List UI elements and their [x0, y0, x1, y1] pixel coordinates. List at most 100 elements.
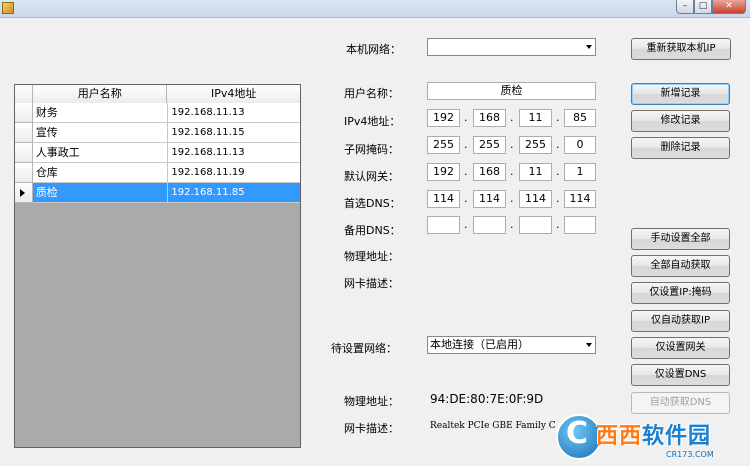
- watermark-brand-a: 西西: [596, 424, 643, 449]
- watermark-c: C: [566, 416, 589, 451]
- cell-user-name[interactable]: 财务: [32, 103, 169, 123]
- mask-octet-3[interactable]: 255: [519, 136, 552, 154]
- grid-corner: [15, 85, 33, 103]
- auto-get-all-button[interactable]: 全部自动获取: [631, 255, 730, 277]
- set-dns-button[interactable]: 仅设置DNS: [631, 364, 730, 386]
- username-label: 用户名称：: [344, 87, 399, 100]
- ip-dot: .: [556, 111, 560, 124]
- cell-ipv4[interactable]: 192.168.11.13: [168, 103, 300, 123]
- local-network-label: 本机网络：: [346, 43, 401, 56]
- refresh-local-ip-button[interactable]: 重新获取本机IP: [631, 38, 731, 60]
- cell-ipv4[interactable]: 192.168.11.85: [168, 183, 300, 203]
- current-mac-value: 94:DE:80:7E:0F:9D: [430, 392, 544, 406]
- ip-dot: .: [464, 218, 468, 231]
- desc-label: 网卡描述：: [344, 277, 399, 290]
- user-grid[interactable]: 用户名称 IPv4地址 财务 192.168.11.13 宣传 192.168.…: [14, 84, 301, 448]
- delete-record-button[interactable]: 删除记录: [631, 137, 730, 159]
- row-header[interactable]: [15, 143, 33, 163]
- cell-user-name[interactable]: 宣传: [32, 123, 169, 143]
- dns1-octet-4[interactable]: 114: [564, 190, 596, 208]
- watermark-logo: C 西西软件园 CR173.COM: [556, 412, 750, 466]
- ip-dot: .: [556, 218, 560, 231]
- cell-ipv4[interactable]: 192.168.11.13: [168, 143, 300, 163]
- ip-dot: .: [510, 218, 514, 231]
- dns1-octet-1[interactable]: 114: [427, 190, 460, 208]
- close-button[interactable]: ✕: [712, 0, 746, 14]
- ip-dot: .: [464, 165, 468, 178]
- column-header-ip[interactable]: IPv4地址: [167, 85, 300, 103]
- gateway-octet-2[interactable]: 168: [473, 163, 506, 181]
- gateway-octet-1[interactable]: 192: [427, 163, 460, 181]
- gateway-label: 默认网关：: [344, 170, 399, 183]
- chevron-down-icon: [586, 343, 592, 347]
- dns1-octet-2[interactable]: 114: [473, 190, 506, 208]
- row-header[interactable]: [15, 163, 33, 183]
- row-header[interactable]: [15, 123, 33, 143]
- current-desc-label: 网卡描述：: [344, 422, 399, 435]
- chevron-down-icon: [586, 45, 592, 49]
- ip-dot: .: [464, 138, 468, 151]
- mask-label: 子网掩码：: [344, 143, 399, 156]
- dns2-octet-1[interactable]: [427, 216, 460, 234]
- current-desc-value: Realtek PCIe GBE Family Controller: [430, 421, 556, 431]
- target-network-value: 本地连接（已启用）: [430, 338, 529, 351]
- local-network-select[interactable]: [427, 38, 596, 56]
- table-row[interactable]: 财务 192.168.11.13: [15, 103, 300, 123]
- watermark-url: CR173.COM: [666, 450, 714, 459]
- row-header[interactable]: [15, 183, 33, 203]
- target-network-label: 待设置网络：: [331, 342, 397, 355]
- cell-user-name[interactable]: 仓库: [32, 163, 169, 183]
- table-row[interactable]: 人事政工 192.168.11.13: [15, 143, 300, 163]
- ipv4-label: IPv4地址：: [344, 115, 401, 128]
- ipv4-octet-3[interactable]: 11: [519, 109, 552, 127]
- set-ip-mask-button[interactable]: 仅设置IP:掩码: [631, 282, 730, 304]
- ip-dot: .: [556, 192, 560, 205]
- app-icon: [2, 2, 14, 14]
- table-row[interactable]: 宣传 192.168.11.15: [15, 123, 300, 143]
- mac-label: 物理地址：: [344, 250, 399, 263]
- add-record-button[interactable]: 新增记录: [631, 83, 730, 105]
- ipv4-octet-4[interactable]: 85: [564, 109, 596, 127]
- ip-dot: .: [556, 165, 560, 178]
- target-network-select[interactable]: 本地连接（已启用）: [427, 336, 596, 354]
- ipv4-octet-1[interactable]: 192: [427, 109, 460, 127]
- ip-dot: .: [510, 138, 514, 151]
- dns1-label: 首选DNS：: [344, 197, 401, 210]
- minimize-button[interactable]: –: [676, 0, 694, 14]
- ip-dot: .: [510, 165, 514, 178]
- ip-dot: .: [510, 111, 514, 124]
- auto-dns-button[interactable]: 自动获取DNS: [631, 392, 730, 414]
- maximize-button[interactable]: □: [694, 0, 712, 14]
- gateway-octet-3[interactable]: 11: [519, 163, 552, 181]
- dns2-octet-4[interactable]: [564, 216, 596, 234]
- edit-record-button[interactable]: 修改记录: [631, 110, 730, 132]
- row-header[interactable]: [15, 103, 33, 123]
- manual-set-all-button[interactable]: 手动设置全部: [631, 228, 730, 250]
- gateway-octet-4[interactable]: 1: [564, 163, 596, 181]
- title-bar: – □ ✕: [0, 0, 750, 18]
- window-controls: – □ ✕: [676, 0, 746, 14]
- ip-dot: .: [556, 138, 560, 151]
- dns2-octet-3[interactable]: [519, 216, 552, 234]
- cell-ipv4[interactable]: 192.168.11.15: [168, 123, 300, 143]
- watermark-brand-b: 软件园: [642, 424, 712, 449]
- current-mac-label: 物理地址：: [344, 395, 399, 408]
- dns2-octet-2[interactable]: [473, 216, 506, 234]
- set-gateway-button[interactable]: 仅设置网关: [631, 337, 730, 359]
- mask-octet-4[interactable]: 0: [564, 136, 596, 154]
- mask-octet-1[interactable]: 255: [427, 136, 460, 154]
- table-row-selected[interactable]: 质检 192.168.11.85: [15, 183, 300, 203]
- current-row-arrow-icon: [20, 189, 25, 197]
- dns1-octet-3[interactable]: 114: [519, 190, 552, 208]
- auto-ip-button[interactable]: 仅自动获取IP: [631, 310, 730, 332]
- cell-user-name[interactable]: 人事政工: [32, 143, 169, 163]
- cell-user-name[interactable]: 质检: [32, 183, 169, 203]
- column-header-name[interactable]: 用户名称: [33, 85, 168, 103]
- cell-ipv4[interactable]: 192.168.11.19: [168, 163, 300, 183]
- username-input[interactable]: 质检: [427, 82, 596, 100]
- ip-dot: .: [464, 192, 468, 205]
- ipv4-octet-2[interactable]: 168: [473, 109, 506, 127]
- table-row[interactable]: 仓库 192.168.11.19: [15, 163, 300, 183]
- mask-octet-2[interactable]: 255: [473, 136, 506, 154]
- dns2-label: 备用DNS：: [344, 224, 401, 237]
